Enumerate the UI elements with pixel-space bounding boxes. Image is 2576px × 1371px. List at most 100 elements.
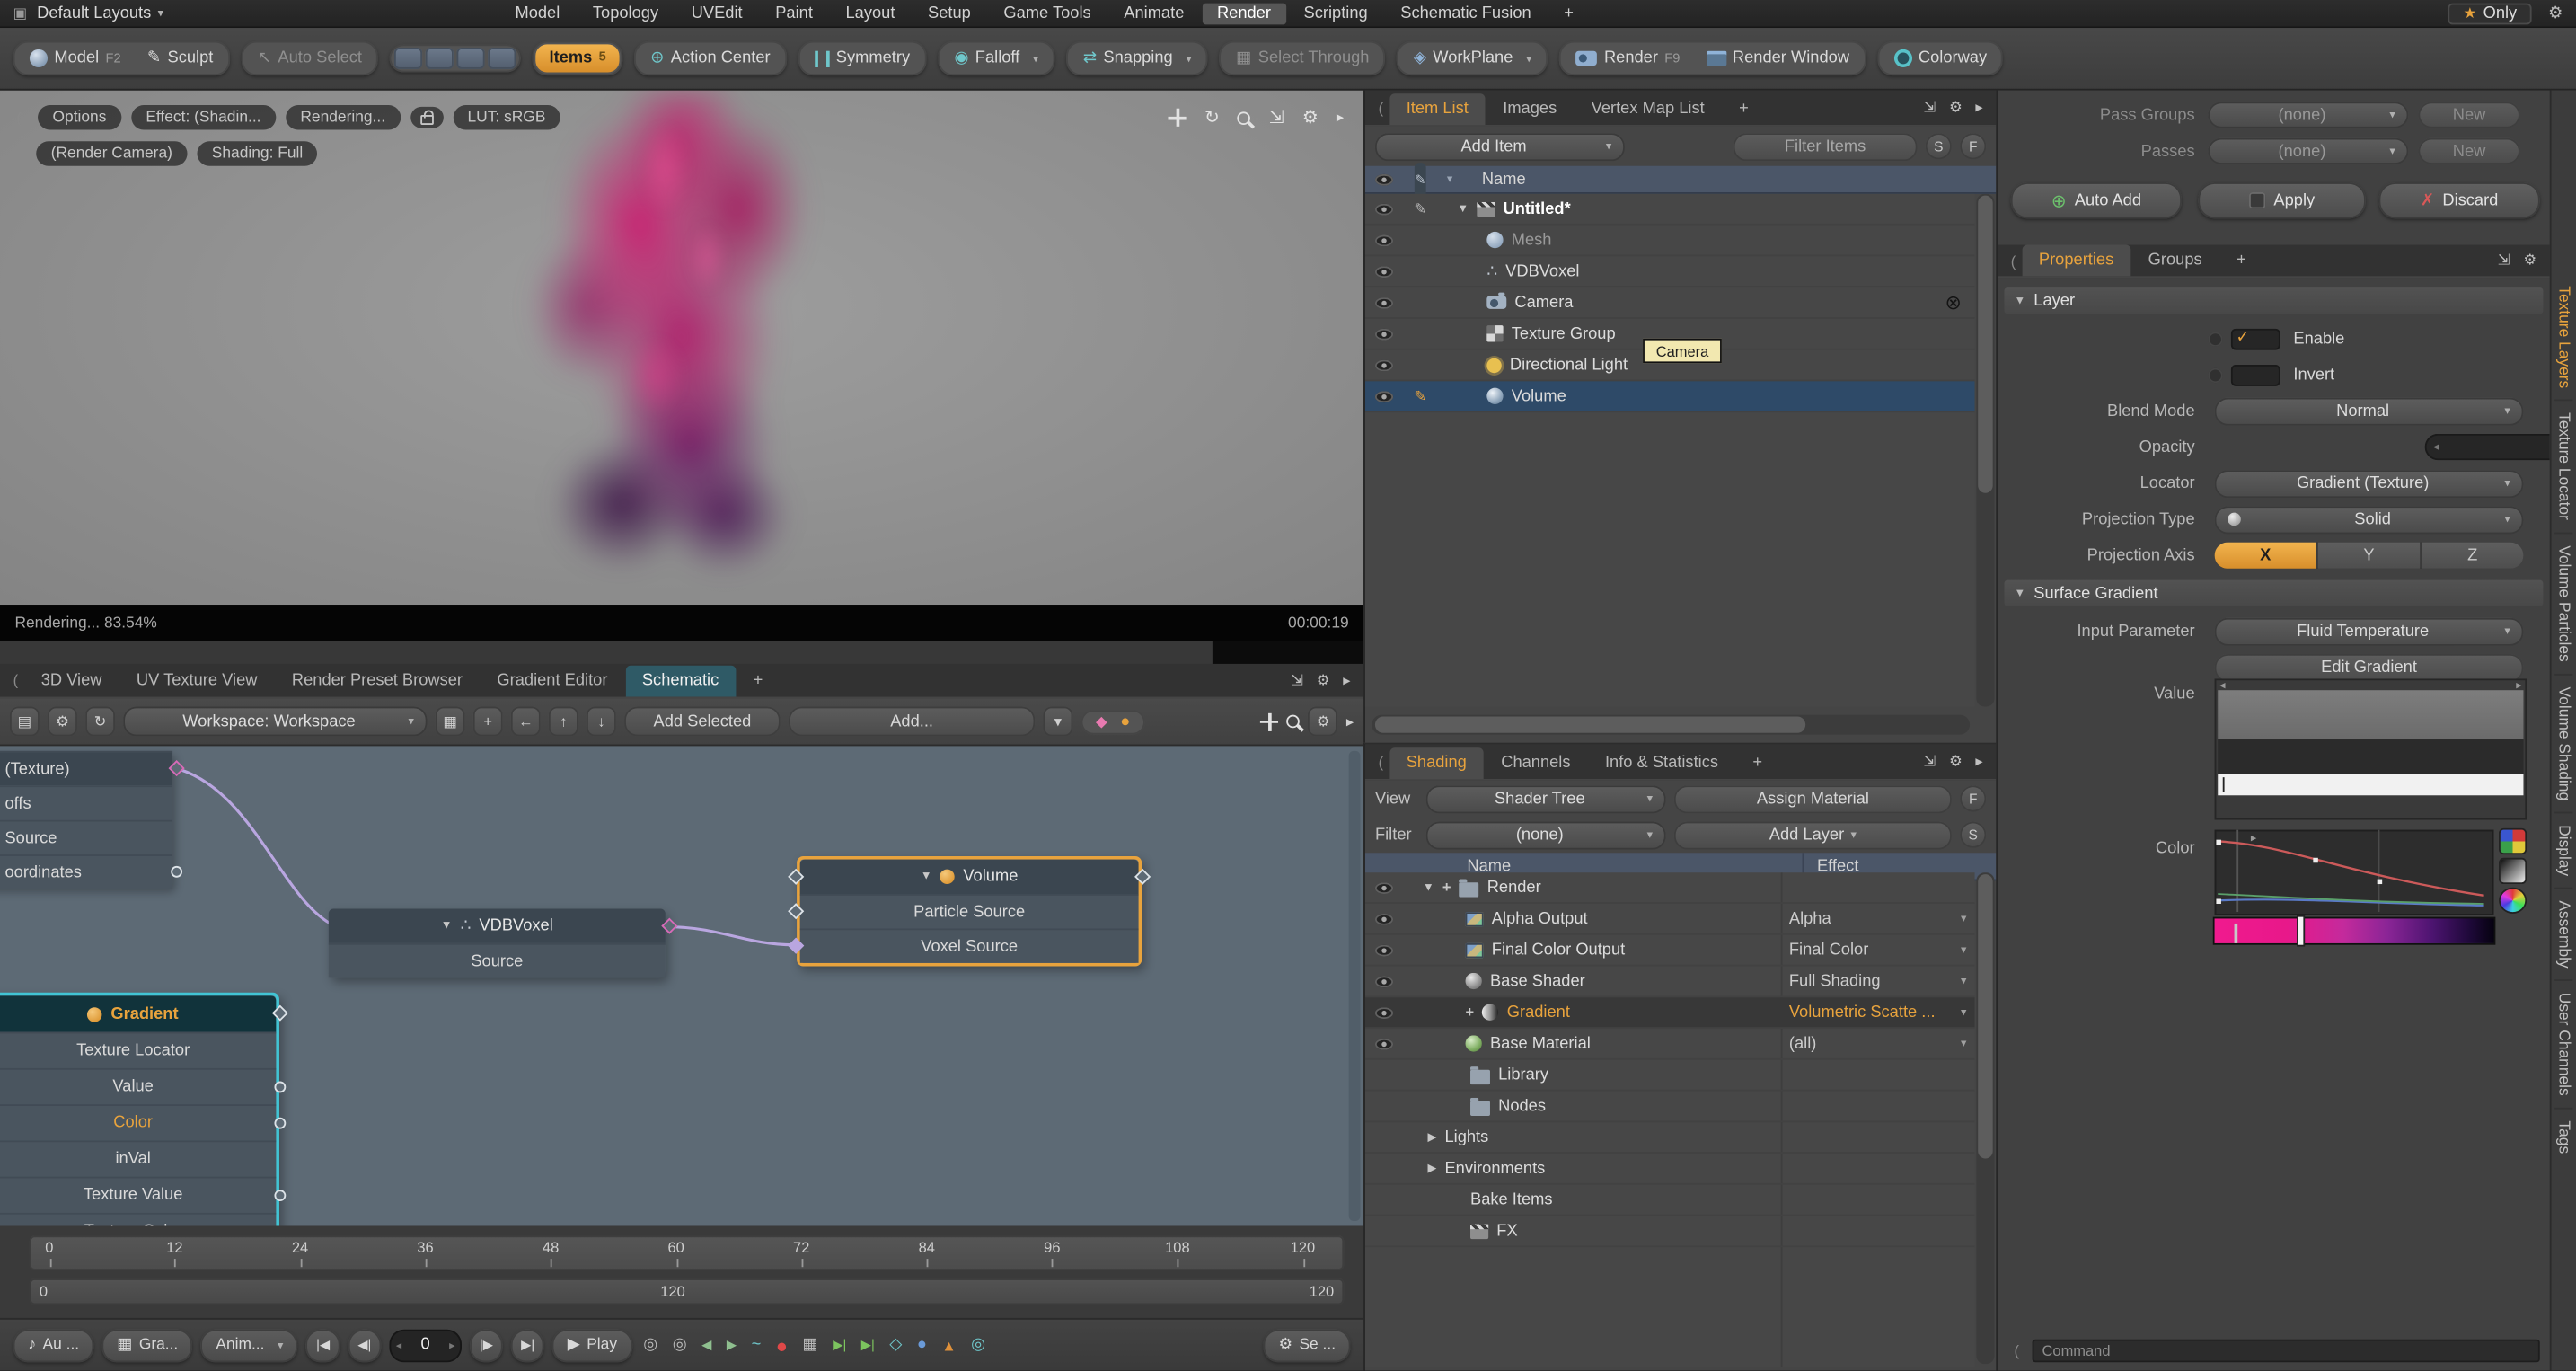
shading-vscrollbar[interactable] [1976,872,1994,1364]
select-through-button[interactable]: ▦Select Through [1223,44,1383,72]
visibility-eye-icon[interactable] [1365,1006,1403,1018]
node-header[interactable]: ▼ ∴ VDBVoxel [329,908,666,942]
shader-row-nodes[interactable]: Nodes [1365,1092,1975,1123]
shader-row-final-color-output[interactable]: Final Color OutputFinal Color▾ [1365,935,1975,967]
effect-cell[interactable]: Final Color [1789,941,1950,959]
expander-icon[interactable]: ▼ [1457,203,1469,215]
node-row-texture-locator[interactable]: Texture Locator [0,1032,276,1068]
scrollbar-thumb[interactable] [1375,716,1805,732]
options-button[interactable]: Options [38,105,121,129]
falloff-button[interactable]: ◉Falloff▾ [941,44,1052,72]
pop-out-icon[interactable]: ⇲ [1924,99,1936,117]
tab-properties[interactable]: Properties [2023,245,2130,277]
shader-row-lights[interactable]: ▶Lights [1365,1122,1975,1154]
shader-row-render[interactable]: ▼+Render [1365,872,1975,904]
gradient-panel-button[interactable]: ▦Gra... [102,1329,193,1362]
pop-out-icon[interactable]: ⇲ [1291,671,1303,689]
node-row-source[interactable]: Source [329,943,666,977]
menu-gear-icon[interactable]: ⚙ [2548,4,2563,22]
apply-button[interactable]: Apply [2198,182,2366,218]
tabbar-more-icon[interactable]: ▸ [1975,753,1982,771]
schematic-pan-icon[interactable] [1261,712,1279,730]
tabbar-gear-icon[interactable]: ⚙ [1949,753,1963,771]
filter-s-button[interactable]: S [1926,133,1952,159]
dynamics-icon[interactable]: ● [913,1336,930,1354]
shading-mode-dropdown[interactable]: Shading: Full [197,141,317,165]
decrement-icon[interactable]: ◂ [2433,440,2439,454]
tabbar-gear-icon[interactable]: ⚙ [1949,99,1963,117]
pass-groups-dropdown[interactable]: (none)▾ [2208,102,2408,128]
go-end-button[interactable]: ▶| [511,1329,544,1362]
panel-menu-icon[interactable]: ( [1379,100,1383,116]
visibility-eye-icon[interactable] [1365,265,1403,277]
edit-gradient-button[interactable]: Edit Gradient [2215,653,2524,681]
play-button[interactable]: ▶Play [552,1329,631,1362]
auto-select-button[interactable]: ↖Auto Select [244,44,375,72]
viewport-gear-icon[interactable]: ⚙ [1302,107,1319,128]
material-f-button[interactable]: F [1960,785,1986,811]
panel-menu-icon[interactable]: ( [1379,754,1383,770]
gradient-handle[interactable] [2298,917,2303,945]
shader-row-base-shader[interactable]: Base ShaderFull Shading▾ [1365,966,1975,997]
side-tab-volume-particles[interactable]: Volume Particles [2554,532,2572,673]
panel-menu-icon[interactable]: ( [13,672,18,688]
effect-cell[interactable]: Alpha [1789,909,1950,927]
menu-item-scripting[interactable]: Scripting [1289,3,1382,24]
anim-curve-icon[interactable]: ~ [748,1336,764,1354]
side-tab-user-channels[interactable]: User Channels [2554,979,2572,1107]
visibility-eye-icon[interactable] [1365,296,1403,308]
item-row-untitled[interactable]: ✎▼Untitled* [1365,194,1975,226]
menu-item-model[interactable]: Model [500,3,575,24]
command-input[interactable]: Command [2033,1339,2540,1362]
prev-key-icon[interactable]: ◀ [699,1338,716,1352]
add-sublayer-icon[interactable]: + [1466,1004,1475,1021]
effect-dropdown-icon[interactable]: ▾ [1961,975,1966,988]
visibility-eye-icon[interactable] [1365,203,1403,215]
effect-dropdown-icon[interactable]: ▾ [1961,1037,1966,1050]
polygons-mode-icon[interactable] [457,48,485,69]
panel-menu-icon[interactable]: ( [2014,1341,2018,1358]
input-parameter-dropdown[interactable]: Fluid Temperature▾ [2215,617,2524,645]
socket-icon[interactable] [274,1189,286,1200]
axis-x-button[interactable]: X [2215,543,2318,569]
align-up-icon[interactable]: ↑ [549,707,578,737]
item-row-volume[interactable]: ✎Volume [1365,381,1975,412]
visibility-eye-icon[interactable] [1365,1038,1403,1049]
scrollbar-thumb[interactable] [1978,874,1992,1159]
projection-type-dropdown[interactable]: Solid▾ [2215,505,2524,533]
tab-plus[interactable]: + [737,666,779,697]
axis-z-button[interactable]: Z [2422,543,2523,569]
schematic-gear-icon[interactable]: ⚙ [1309,707,1338,737]
view-mode-dropdown[interactable]: Shader Tree▾ [1426,784,1666,812]
visibility-eye-icon[interactable] [1365,359,1403,371]
tab-plus[interactable]: + [2220,245,2263,277]
menu-item-render[interactable]: Render [1202,3,1285,24]
invert-checkbox[interactable] [2231,364,2280,385]
node-header[interactable]: Gradient [0,995,276,1031]
effect-cell[interactable]: Full Shading [1789,972,1950,990]
filter-items-button[interactable]: Filter Items [1734,132,1918,160]
shader-row-bake-items[interactable]: Bake Items [1365,1185,1975,1216]
item-list-hscrollbar[interactable] [1372,715,1970,735]
step-end-icon[interactable]: ▶| [858,1338,878,1352]
maximize-icon[interactable]: ⇲ [1269,107,1284,128]
schematic-scrollbar[interactable] [1349,751,1361,1221]
tab-plus[interactable]: + [1723,93,1765,125]
visibility-eye-icon[interactable] [1365,944,1403,956]
effect-dropdown-icon[interactable]: ▾ [1961,912,1966,925]
tab-schematic[interactable]: Schematic [626,666,736,697]
tab-render-preset-browser[interactable]: Render Preset Browser [276,666,480,697]
discard-button[interactable]: ✗Discard [2379,182,2540,218]
timeline-ruler[interactable]: 01224364860728496108120 [30,1235,1344,1269]
sculpt-mode-button[interactable]: ✎Sculpt [134,44,226,72]
color-gradient-bar[interactable] [2215,918,2494,942]
shader-filter-dropdown[interactable]: (none)▾ [1426,821,1666,849]
node-gradient[interactable]: Gradient Texture LocatorValueColorinValT… [0,993,279,1226]
color-curves-widget[interactable]: ▸ [2215,830,2494,915]
add-selected-button[interactable]: Add Selected [624,707,781,737]
tab-uv-texture-view[interactable]: UV Texture View [120,666,274,697]
audio-button[interactable]: ♪Au ... [13,1329,94,1362]
schematic-more-icon[interactable]: ▸ [1346,712,1354,730]
effect-cell[interactable]: (all) [1789,1034,1950,1052]
render-viewport[interactable]: ( Options Effect: (Shadin... Rendering..… [0,91,1363,641]
